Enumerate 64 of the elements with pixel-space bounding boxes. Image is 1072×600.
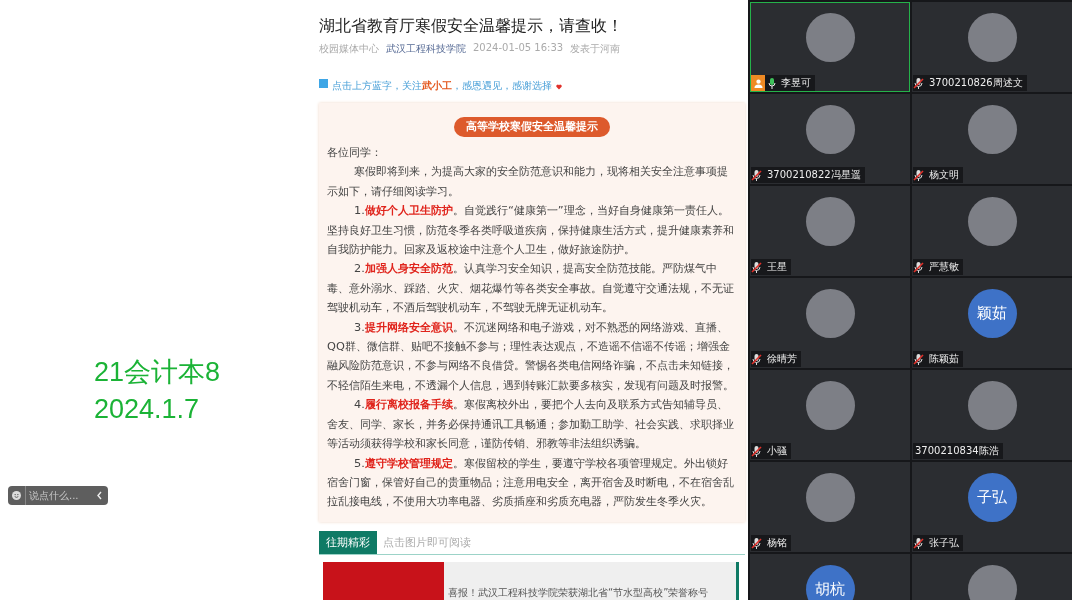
participant-name: 王星 xyxy=(766,260,787,274)
past-highlights-tab[interactable]: 往期精彩 xyxy=(319,530,377,554)
notice-paragraph: 1.做好个人卫生防护。自觉践行“健康第一”理念，当好自身健康第一责任人。坚持良好卫生习惯，防范冬季各类呼吸道疾病，保持健康生活方式，提升健康素养和自我防护能力。回家及返校途中注意个人卫生，做好旅途防护。 xyxy=(327,203,735,259)
notice-paragraph: 4.履行离校报备手续。寒假离校外出，要把个人去向及联系方式告知辅导员、舍友、同学、家长，并务必保持通讯工具畅通；参加勤工助学、社会实践、求职择业等活动须获得学校和家长同意，谨防传销、邪教等非法组织诱骗。 xyxy=(327,397,735,453)
square-icon xyxy=(319,79,328,88)
participant-name: 李昱可 xyxy=(780,76,811,90)
participant-tile[interactable]: 3700210834陈浩 xyxy=(912,370,1072,460)
participant-tile[interactable]: 胡杭 xyxy=(750,554,910,600)
avatar-placeholder xyxy=(967,197,1017,246)
notice-paragraph: 3.提升网络安全意识。不沉迷网络和电子游戏，对不熟悉的网络游戏、直播、QQ群、微信群、贴吧不接触不参与；理性表达观点，不造谣不信谣不传谣；增强金融风险防范意识，不参与网络不良借贷。警惕各类电信网络诈骗，不点击未知链接，不轻信陌生来电，不透漏个人信息，遇到转账汇款要多核实，发现有问题及时报警。 xyxy=(327,319,735,394)
participant-tile[interactable]: 徐晴芳 xyxy=(750,278,910,368)
participant-name: 陈颖茹 xyxy=(928,352,959,366)
participant-tile[interactable]: 严慧敏 xyxy=(912,186,1072,276)
participant-name: 张子弘 xyxy=(928,536,959,550)
avatar-placeholder xyxy=(805,473,855,522)
avatar-placeholder xyxy=(805,289,855,338)
participant-tile[interactable]: 子弘 张子弘 xyxy=(912,462,1072,552)
notice-paragraph: 寒假即将到来，为提高大家的安全防范意识和能力，现将相关安全注意事项提示如下，请仔细阅读学习。 xyxy=(327,164,730,200)
greeting-text: 各位同学： xyxy=(327,145,383,161)
chat-input[interactable]: 说点什么... xyxy=(25,486,91,505)
participant-name: 杨文明 xyxy=(928,168,959,182)
avatar-placeholder xyxy=(805,13,855,62)
participant-name: 3700210834陈浩 xyxy=(914,444,999,458)
participant-tile[interactable]: 3700210822冯星遥 xyxy=(750,94,910,184)
participant-name: 小骚 xyxy=(766,444,787,458)
avatar-placeholder xyxy=(967,565,1017,600)
participant-tile[interactable]: 小骚 xyxy=(750,370,910,460)
account-link[interactable]: 武汉工程科技学院 xyxy=(386,42,466,56)
participant-tile[interactable]: 颖茹 陈颖茹 xyxy=(912,278,1072,368)
avatar-placeholder xyxy=(967,105,1017,154)
related-article-title: 喜报！武汉工程科技学院荣获湖北省“节水型高校”荣誉称号 xyxy=(447,585,709,600)
avatar-placeholder xyxy=(967,13,1017,62)
related-hint: 点击图片即可阅读 xyxy=(382,534,472,551)
avatar-initials: 子弘 xyxy=(967,473,1017,522)
publish-date: 2024-01-05 16:33 xyxy=(473,42,564,55)
collapse-chevron-icon[interactable] xyxy=(91,486,108,505)
participant-name: 严慧敏 xyxy=(928,260,959,274)
avatar-initials: 颖茹 xyxy=(967,289,1017,338)
avatar-placeholder xyxy=(805,105,855,154)
heart-icon xyxy=(556,83,562,90)
avatar-placeholder xyxy=(805,381,855,430)
avatar-placeholder xyxy=(805,197,855,246)
participant-tile[interactable]: 王星 xyxy=(750,186,910,276)
notice-paragraph: 5.遵守学校管理规定。寒假留校的学生，要遵守学校各项管理规定。外出锁好宿舍门窗，保管好自己的贵重物品；注意用电安全，离开宿舍及时断电，不在宿舍乱拉乱接电线，不使用大功率电器、劣质插座和劣质充电器，严防发生冬季火灾。 xyxy=(327,455,735,511)
caption-text: 21会计本8 xyxy=(94,356,222,389)
follow-hint: 点击上方蓝字，关注武小工，感恩遇见，感谢选择 xyxy=(332,80,552,93)
participant-name: 3700210826周述文 xyxy=(928,76,1023,90)
avatar-placeholder xyxy=(967,381,1017,430)
publish-location: 发表于河南 xyxy=(570,42,621,56)
participant-name: 杨铭 xyxy=(766,536,787,550)
related-article[interactable]: 喜报！武汉工程科技学院荣获湖北省“节水型高校”荣誉称号 xyxy=(323,561,739,600)
participant-tile[interactable]: 3700210826周述文 xyxy=(912,2,1072,92)
participant-tile[interactable]: 杨铭 xyxy=(750,462,910,552)
participant-tile[interactable]: 杨文明 xyxy=(912,94,1072,184)
participant-tile[interactable]: 李昱可 xyxy=(750,2,910,92)
article-title: 湖北省教育厅寒假安全温馨提示，请查收！ xyxy=(319,16,624,37)
notice-heading: 高等学校寒假安全温馨提示 xyxy=(454,117,610,137)
smiley-icon[interactable] xyxy=(8,486,25,505)
notice-paragraph: 2.加强人身安全防范。认真学习安全知识，提高安全防范技能。严防煤气中毒、意外溺水、踩踏、火灾、烟花爆竹等各类安全事故。自觉遵守交通法规，不无证驾驶机动车，不酒后驾驶机动车，不驾驶无牌无证机动车。 xyxy=(327,261,735,317)
avatar-initials: 胡杭 xyxy=(805,565,855,600)
participant-name: 3700210822冯星遥 xyxy=(766,168,861,182)
participant-name: 徐晴芳 xyxy=(766,352,797,366)
caption-text: 2024.1.7 xyxy=(94,393,201,426)
article-source: 校园媒体中心 xyxy=(319,42,379,56)
